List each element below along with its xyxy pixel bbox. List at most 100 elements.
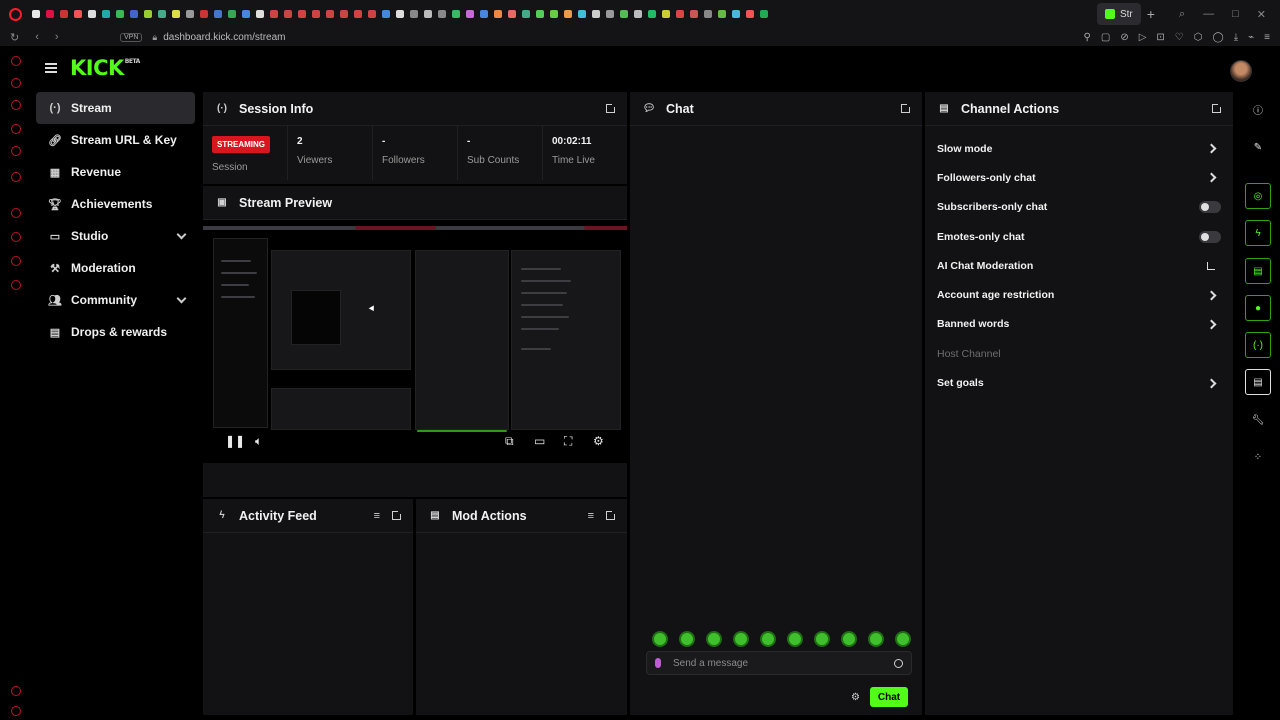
back-icon[interactable]: ‹ [35, 31, 39, 44]
pinned-tab-favicon-icon[interactable] [480, 10, 488, 18]
pinned-tab-favicon-icon[interactable] [354, 10, 362, 18]
pinned-tab-favicon-icon[interactable] [648, 10, 656, 18]
pinned-tab-favicon-icon[interactable] [564, 10, 572, 18]
slow-mode-row[interactable]: Slow mode [925, 134, 1233, 163]
sidebar-app-icon[interactable] [11, 208, 21, 218]
emote-icon[interactable] [841, 631, 857, 647]
filter-icon[interactable]: ≡ [588, 510, 594, 522]
emote-icon[interactable] [679, 631, 695, 647]
pinned-tab-favicon-icon[interactable] [60, 10, 68, 18]
layout-icon[interactable]: ▤ [1245, 369, 1271, 395]
pinned-tab-favicon-icon[interactable] [704, 10, 712, 18]
pinned-tab-favicon-icon[interactable] [508, 10, 516, 18]
reload-icon[interactable]: ↻ [10, 31, 19, 44]
chat-settings-gear-icon[interactable]: ⚙ [851, 692, 860, 703]
pinned-tab-favicon-icon[interactable] [116, 10, 124, 18]
pinned-tab-favicon-icon[interactable] [88, 10, 96, 18]
pinned-tab-favicon-icon[interactable] [620, 10, 628, 18]
sidebar-app-icon[interactable] [11, 100, 21, 110]
pinned-tab-favicon-icon[interactable] [32, 10, 40, 18]
pinned-tab-favicon-icon[interactable] [228, 10, 236, 18]
pause-icon[interactable]: ❚❚ [225, 434, 245, 448]
sidebar-app-icon[interactable] [11, 706, 21, 716]
close-window-button[interactable]: ✕ [1257, 8, 1266, 21]
hamburger-menu-icon[interactable] [45, 63, 57, 73]
sidebar-app-icon[interactable] [11, 78, 21, 88]
avatar[interactable] [1230, 60, 1252, 82]
clip-icon[interactable]: ◎ [1245, 183, 1271, 209]
pinned-tab-favicon-icon[interactable] [298, 10, 306, 18]
microphone-icon[interactable] [655, 658, 661, 668]
pinned-tab-favicon-icon[interactable] [634, 10, 642, 18]
chat-quick-icon[interactable]: ● [1245, 295, 1271, 321]
pinned-tab-favicon-icon[interactable] [270, 10, 278, 18]
pinned-tab-favicon-icon[interactable] [578, 10, 586, 18]
pinned-tab-favicon-icon[interactable] [732, 10, 740, 18]
pinned-tab-favicon-icon[interactable] [130, 10, 138, 18]
profile-icon[interactable]: ◯ [1213, 32, 1224, 43]
extensions-icon[interactable]: ⬡ [1194, 32, 1203, 43]
pip-icon[interactable]: ⊡ [1156, 32, 1164, 43]
filter-icon[interactable]: ≡ [374, 510, 380, 522]
pinned-tab-favicon-icon[interactable] [494, 10, 502, 18]
sidebar-item-achievements[interactable]: 🏆︎ Achievements [36, 188, 195, 220]
popout-icon[interactable] [1212, 102, 1223, 113]
popout-icon[interactable] [392, 509, 403, 520]
banned-words-row[interactable]: Banned words [925, 310, 1233, 339]
emote-icon[interactable] [706, 631, 722, 647]
lock-icon[interactable]: 🔒︎ [152, 32, 157, 43]
emote-icon[interactable] [895, 631, 911, 647]
sidebar-item-stream[interactable]: (·) Stream [36, 92, 195, 124]
pin-icon[interactable]: ⚲ [1084, 32, 1091, 43]
sidebar-app-icon[interactable] [11, 172, 21, 182]
maximize-button[interactable]: □ [1232, 8, 1239, 21]
url-field[interactable]: dashboard.kick.com/stream [163, 32, 1083, 43]
popout-icon[interactable] [606, 509, 617, 520]
pinned-tab-favicon-icon[interactable] [424, 10, 432, 18]
set-goals-row[interactable]: Set goals [925, 368, 1233, 397]
download-icon[interactable]: ⤓ [1234, 32, 1238, 43]
link-nodes-icon[interactable]: ⁘ [1245, 444, 1271, 470]
play-icon[interactable]: ▷ [1139, 32, 1147, 43]
pinned-tab-favicon-icon[interactable] [368, 10, 376, 18]
wrench-icon[interactable]: 🔧︎ [1245, 407, 1271, 433]
popout-icon[interactable] [606, 102, 617, 113]
menu-icon[interactable]: ≡ [1264, 32, 1270, 43]
pinned-tab-favicon-icon[interactable] [186, 10, 194, 18]
pinned-tab-favicon-icon[interactable] [284, 10, 292, 18]
kick-logo[interactable]: KICKBETA [70, 56, 140, 80]
pinned-tab-favicon-icon[interactable] [662, 10, 670, 18]
edit-pencil-icon[interactable]: ✎ [1245, 134, 1271, 160]
pinned-tab-favicon-icon[interactable] [200, 10, 208, 18]
ai-chat-moderation-row[interactable]: AI Chat Moderation [925, 251, 1233, 280]
emote-icon[interactable] [652, 631, 668, 647]
sidebar-item-drops-rewards[interactable]: ▤ Drops & rewards [36, 316, 195, 348]
pip-icon[interactable]: ⧉ [505, 434, 514, 449]
sidebar-app-icon[interactable] [11, 56, 21, 66]
pinned-tab-favicon-icon[interactable] [214, 10, 222, 18]
emote-icon[interactable] [760, 631, 776, 647]
pinned-tab-favicon-icon[interactable] [158, 10, 166, 18]
subscribers-only-toggle[interactable] [1199, 201, 1221, 214]
followers-only-row[interactable]: Followers-only chat [925, 163, 1233, 192]
pinned-tab-favicon-icon[interactable] [466, 10, 474, 18]
pinned-tab-favicon-icon[interactable] [592, 10, 600, 18]
search-tabs-icon[interactable]: ⌕ [1179, 8, 1185, 21]
sidebar-app-icon[interactable] [11, 686, 21, 696]
pinned-tab-favicon-icon[interactable] [242, 10, 250, 18]
new-tab-button[interactable]: + [1147, 6, 1155, 22]
emote-icon[interactable] [814, 631, 830, 647]
pinned-tab-favicon-icon[interactable] [606, 10, 614, 18]
emotes-only-toggle[interactable] [1199, 230, 1221, 243]
vpn-badge[interactable]: VPN [120, 32, 143, 42]
chevron-down-icon[interactable] [176, 293, 187, 304]
pinned-tab-favicon-icon[interactable] [536, 10, 544, 18]
pinned-tab-favicon-icon[interactable] [676, 10, 684, 18]
pinned-tab-favicon-icon[interactable] [312, 10, 320, 18]
sidebar-app-icon[interactable] [11, 124, 21, 134]
easy-setup-icon[interactable]: ⌁ [1248, 32, 1254, 43]
pinned-tab-favicon-icon[interactable] [74, 10, 82, 18]
fullscreen-icon[interactable]: ⛶ [564, 434, 572, 449]
sidebar-item-studio[interactable]: ▭ Studio [36, 220, 195, 252]
sidebar-app-icon[interactable] [11, 256, 21, 266]
